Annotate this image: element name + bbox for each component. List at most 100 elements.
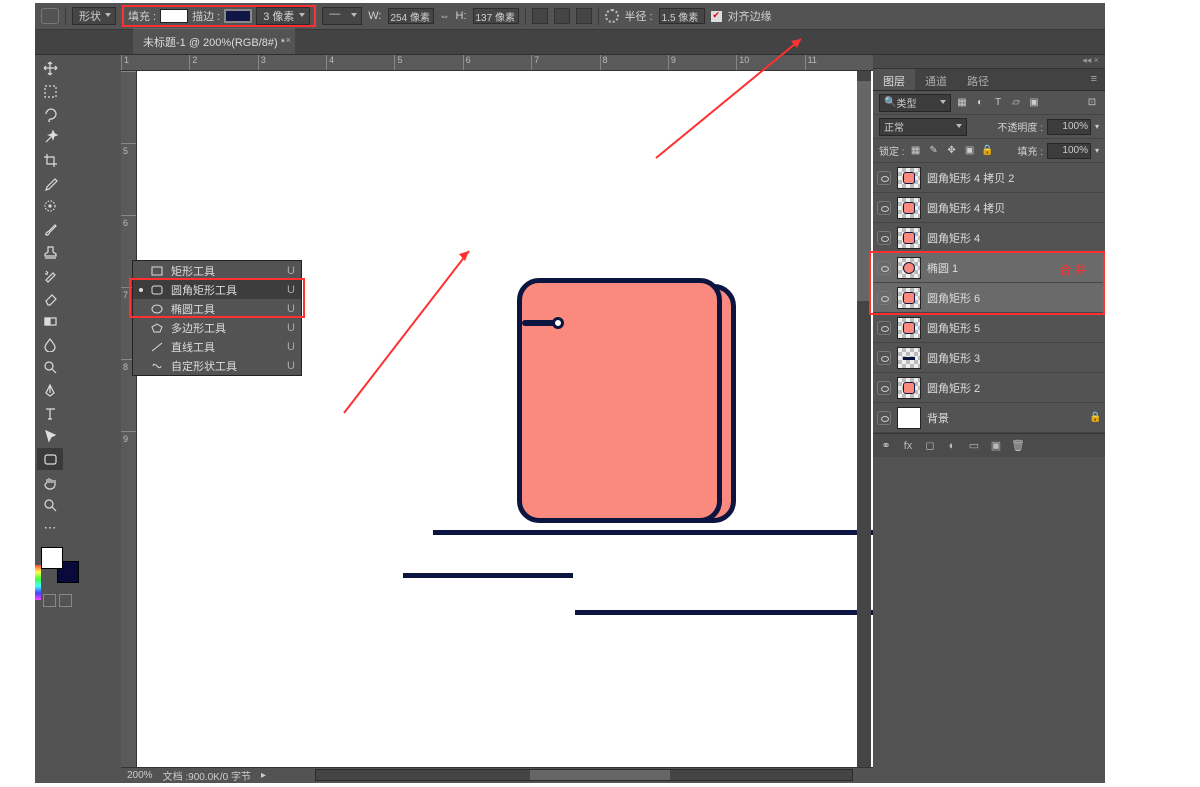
lock-trans-icon[interactable]: ▦ bbox=[909, 144, 923, 158]
filter-shape-icon[interactable]: ▱ bbox=[1009, 96, 1023, 110]
marquee-tool[interactable] bbox=[37, 80, 63, 102]
chevron-right-icon[interactable]: ▸ bbox=[261, 770, 266, 781]
link-icon[interactable]: ⇔ bbox=[440, 11, 450, 22]
layer-row[interactable]: 圆角矩形 2 bbox=[873, 373, 1105, 403]
canvas[interactable] bbox=[137, 71, 873, 767]
lock-nest-icon[interactable]: ▣ bbox=[963, 144, 977, 158]
fg-color[interactable] bbox=[41, 547, 63, 569]
crop-tool[interactable] bbox=[37, 149, 63, 171]
flyout-item-rect[interactable]: 矩形工具U bbox=[133, 261, 301, 280]
layer-row[interactable]: 圆角矩形 4 拷贝 2 bbox=[873, 163, 1105, 193]
pen-tool[interactable] bbox=[37, 379, 63, 401]
shape-tool[interactable] bbox=[37, 448, 63, 470]
quick-mask-icon[interactable] bbox=[43, 594, 56, 607]
flyout-item-line[interactable]: 直线工具U bbox=[133, 337, 301, 356]
filter-type-icon[interactable]: T bbox=[991, 96, 1005, 110]
layer-row[interactable]: 圆角矩形 4 拷贝 bbox=[873, 193, 1105, 223]
filter-type-select[interactable]: 🔍 类型 bbox=[879, 94, 951, 112]
wand-tool[interactable] bbox=[37, 126, 63, 148]
width-input[interactable] bbox=[388, 8, 434, 24]
chevron-down-icon[interactable]: ▾ bbox=[1095, 146, 1099, 155]
layer-row[interactable]: 圆角矩形 3 bbox=[873, 343, 1105, 373]
opacity-input[interactable] bbox=[1047, 119, 1091, 135]
zoom-tool[interactable] bbox=[37, 494, 63, 516]
layer-row[interactable]: 背景🔒 bbox=[873, 403, 1105, 433]
eyedropper-tool[interactable] bbox=[37, 172, 63, 194]
gradient-tool[interactable] bbox=[37, 310, 63, 332]
filter-pixel-icon[interactable]: ▦ bbox=[955, 96, 969, 110]
lasso-tool[interactable] bbox=[37, 103, 63, 125]
fx-icon[interactable]: fx bbox=[901, 439, 915, 453]
height-input[interactable] bbox=[473, 8, 519, 24]
brush-tool[interactable] bbox=[37, 218, 63, 240]
eye-icon[interactable] bbox=[877, 201, 891, 215]
path-op-1[interactable] bbox=[532, 8, 548, 24]
eye-icon[interactable] bbox=[877, 291, 891, 305]
blur-tool[interactable] bbox=[37, 333, 63, 355]
panel-collapse[interactable]: ◂◂ × bbox=[873, 55, 1105, 69]
eye-icon[interactable] bbox=[877, 381, 891, 395]
adjustment-icon[interactable]: ◐ bbox=[945, 439, 959, 453]
filter-toggle[interactable]: ⊡ bbox=[1085, 96, 1099, 110]
link-layers-icon[interactable]: ⚭ bbox=[879, 439, 893, 453]
scrollbar-thumb[interactable] bbox=[857, 81, 871, 301]
stroke-style-select[interactable]: — bbox=[322, 7, 362, 25]
align-edges-checkbox[interactable]: ✔ bbox=[711, 11, 722, 22]
fill-input[interactable] bbox=[1047, 143, 1091, 159]
stroke-swatch[interactable] bbox=[224, 9, 252, 23]
eye-icon[interactable] bbox=[877, 351, 891, 365]
tab-channels[interactable]: 通道 bbox=[915, 69, 957, 90]
spot-heal-tool[interactable] bbox=[37, 195, 63, 217]
blend-mode-select[interactable]: 正常 bbox=[879, 118, 967, 136]
history-brush-tool[interactable] bbox=[37, 264, 63, 286]
eye-icon[interactable] bbox=[877, 411, 891, 425]
layer-row[interactable]: 圆角矩形 4 bbox=[873, 223, 1105, 253]
dodge-tool[interactable] bbox=[37, 356, 63, 378]
layer-row[interactable]: 圆角矩形 6 bbox=[873, 283, 1105, 313]
panel-menu-icon[interactable]: ≡ bbox=[1083, 69, 1105, 90]
trash-icon[interactable]: 🗑 bbox=[1011, 439, 1025, 453]
screen-mode-icon[interactable] bbox=[59, 594, 72, 607]
new-layer-icon[interactable]: ▣ bbox=[989, 439, 1003, 453]
flyout-item-rounded-rect[interactable]: 圆角矩形工具U bbox=[133, 280, 301, 299]
eye-icon[interactable] bbox=[877, 321, 891, 335]
lock-all-icon[interactable]: 🔒 bbox=[981, 144, 995, 158]
layer-row[interactable]: 圆角矩形 5 bbox=[873, 313, 1105, 343]
group-icon[interactable]: ▭ bbox=[967, 439, 981, 453]
tab-layers[interactable]: 图层 bbox=[873, 69, 915, 90]
radius-input[interactable] bbox=[659, 8, 705, 24]
edit-toolbar[interactable]: ⋯ bbox=[37, 517, 63, 539]
fill-swatch[interactable] bbox=[160, 9, 188, 23]
stroke-width-select[interactable]: 3 像素 bbox=[256, 7, 310, 25]
tab-paths[interactable]: 路径 bbox=[957, 69, 999, 90]
filter-adjust-icon[interactable]: ◐ bbox=[973, 96, 987, 110]
flyout-item-ellipse[interactable]: 椭圆工具U bbox=[133, 299, 301, 318]
type-tool[interactable] bbox=[37, 402, 63, 424]
document-tab[interactable]: 未标题-1 @ 200%(RGB/8#) * × bbox=[133, 28, 295, 54]
stamp-tool[interactable] bbox=[37, 241, 63, 263]
layer-row[interactable]: 椭圆 1 bbox=[873, 253, 1105, 283]
tool-preset-icon[interactable] bbox=[41, 8, 59, 24]
eraser-tool[interactable] bbox=[37, 287, 63, 309]
path-align[interactable] bbox=[554, 8, 570, 24]
shape-mode-select[interactable]: 形状 bbox=[72, 7, 116, 25]
filter-smart-icon[interactable]: ▣ bbox=[1027, 96, 1041, 110]
chevron-down-icon[interactable]: ▾ bbox=[1095, 122, 1099, 131]
path-select-tool[interactable] bbox=[37, 425, 63, 447]
eye-icon[interactable] bbox=[877, 261, 891, 275]
flyout-item-custom[interactable]: 自定形状工具U bbox=[133, 356, 301, 375]
mask-icon[interactable]: ◻ bbox=[923, 439, 937, 453]
close-icon[interactable]: × bbox=[286, 35, 291, 45]
eye-icon[interactable] bbox=[877, 171, 891, 185]
color-swatches[interactable] bbox=[41, 547, 81, 585]
hand-tool[interactable] bbox=[37, 471, 63, 493]
path-arrange[interactable] bbox=[576, 8, 592, 24]
scrollbar-vertical[interactable] bbox=[857, 71, 871, 767]
flyout-item-polygon[interactable]: 多边形工具U bbox=[133, 318, 301, 337]
canvas-area[interactable] bbox=[137, 71, 873, 767]
move-tool[interactable] bbox=[37, 57, 63, 79]
eye-icon[interactable] bbox=[877, 231, 891, 245]
scrollbar-horizontal[interactable] bbox=[315, 769, 853, 781]
lock-pos-icon[interactable]: ✥ bbox=[945, 144, 959, 158]
lock-paint-icon[interactable]: ✎ bbox=[927, 144, 941, 158]
